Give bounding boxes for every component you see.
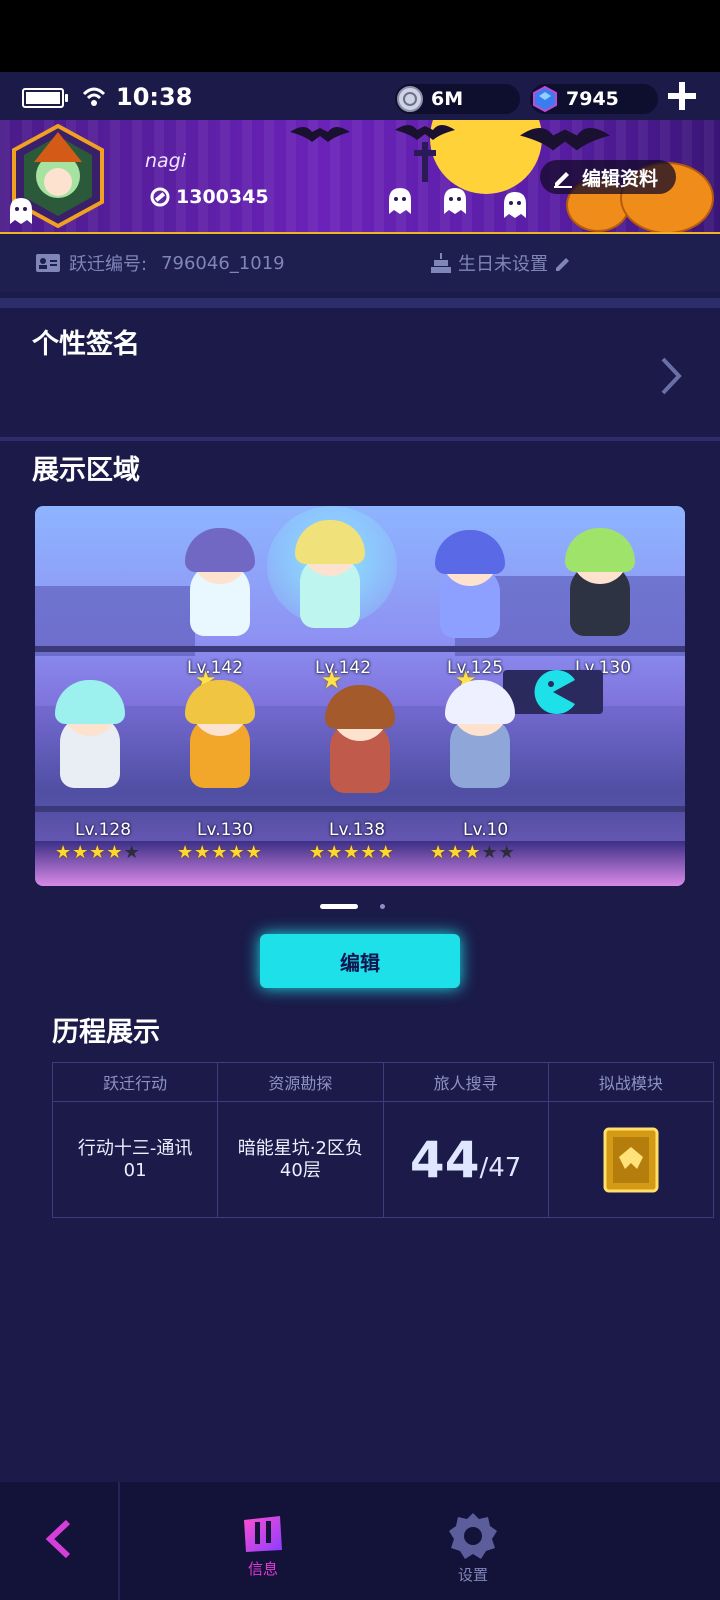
character-portrait[interactable]: [315, 685, 405, 801]
bottom-navigation: [0, 1482, 720, 1600]
star-filled-icon: ★: [228, 842, 246, 863]
star-rating: ★★★★★: [309, 842, 395, 863]
gem-counter[interactable]: 7945: [530, 84, 658, 114]
section-divider: [0, 298, 720, 308]
character-level: Lv.130: [197, 820, 254, 840]
star-filled-icon: ★: [377, 842, 395, 863]
page-indicator: [320, 904, 385, 909]
history-title: 历程展示: [52, 1017, 160, 1048]
character-portrait[interactable]: [555, 528, 645, 644]
star-filled-icon: ★: [447, 842, 465, 863]
nav-tab-info[interactable]: 信息: [240, 1512, 286, 1579]
star-filled-icon: ★: [430, 842, 448, 863]
grave-cross-icon: [414, 142, 436, 182]
coin-icon: [397, 86, 423, 112]
settings-tab-label: 设置: [457, 1566, 488, 1584]
star-filled-icon: ★: [194, 842, 212, 863]
battery-icon: [22, 88, 68, 108]
search-total: /47: [479, 1152, 522, 1183]
chevron-right-icon[interactable]: [660, 356, 682, 396]
simulation-module[interactable]: [549, 1102, 713, 1217]
star-rating: ★★★★★: [55, 842, 141, 863]
character-level: Lv.138: [329, 820, 386, 840]
star-filled-icon: ★: [326, 842, 344, 863]
star-filled-icon: ★: [89, 842, 107, 863]
username: nagi: [145, 150, 187, 172]
gold-emblem-icon: [603, 1127, 659, 1192]
section-divider: [0, 437, 720, 441]
coin-counter[interactable]: 6M: [395, 84, 520, 114]
character-portrait[interactable]: [285, 520, 375, 636]
top-bezel: [0, 0, 720, 72]
bat-icon: [290, 127, 350, 142]
ghost-icon: [389, 188, 411, 214]
star-filled-icon: ★: [343, 842, 361, 863]
cake-icon: [431, 253, 451, 273]
nav-tab-settings[interactable]: 设置: [448, 1512, 498, 1585]
star-filled-icon: ★: [245, 842, 263, 863]
edit-showcase-button[interactable]: 编辑: [260, 934, 460, 988]
character-portrait[interactable]: [175, 680, 265, 796]
uid-row: 1300345: [150, 186, 269, 208]
ghost-icon: [10, 198, 32, 224]
showcase-panel[interactable]: Lv.142 Lv.142 Lv.125 Lv.130 ★ ★ ★ Lv.128…: [35, 506, 685, 886]
character-level: Lv.128: [75, 820, 132, 840]
coin-amount: 6M: [431, 88, 464, 110]
character-portrait[interactable]: [45, 680, 135, 796]
birthday-button[interactable]: 生日未设置: [430, 250, 572, 276]
star-filled-icon: ★: [464, 842, 482, 863]
star-filled-icon: ★: [55, 842, 73, 863]
jump-id-label: 跃迁编号:: [69, 254, 148, 275]
star-empty-icon: ★: [123, 842, 141, 863]
signature-row[interactable]: [0, 310, 720, 436]
star-empty-icon: ★: [498, 842, 516, 863]
back-button[interactable]: [44, 1518, 74, 1560]
star-filled-icon: ★: [211, 842, 229, 863]
column-header: 拟战模块: [598, 1074, 663, 1093]
birthday-label: 生日未设置: [458, 254, 548, 275]
character-portrait[interactable]: [175, 528, 265, 644]
uid-icon: [150, 187, 170, 207]
ghost-icon: [444, 188, 466, 214]
traveler-search-progress[interactable]: 44 /47: [384, 1102, 549, 1217]
bat-icon: [395, 125, 455, 140]
id-card-icon: [36, 254, 60, 272]
info-tab-icon: [244, 1516, 282, 1552]
star-rating: ★★★★★: [430, 842, 516, 863]
add-currency-button[interactable]: [664, 78, 700, 114]
jump-id-value: 796046_1019: [161, 252, 285, 274]
character-level: Lv.10: [463, 820, 509, 840]
gear-icon: [449, 1513, 497, 1559]
gem-icon: [533, 86, 557, 112]
pencil-icon: [554, 172, 572, 188]
history-table: 跃迁行动 资源勘探 旅人搜寻 拟战模块 行动十三-通讯01 暗能星坑·2区负40…: [52, 1062, 714, 1218]
star-filled-icon: ★: [360, 842, 378, 863]
star-filled-icon: ★: [177, 842, 195, 863]
star-empty-icon: ★: [481, 842, 499, 863]
exploration-progress[interactable]: 暗能星坑·2区负40层: [218, 1102, 384, 1217]
gem-amount: 7945: [566, 88, 619, 110]
id-row: 跃迁编号: 796046_1019 生日未设置: [0, 234, 720, 292]
column-header: 旅人搜寻: [384, 1063, 549, 1101]
bat-icon: [520, 128, 610, 151]
column-header: 资源勘探: [218, 1063, 384, 1101]
star-filled-icon: ★: [309, 842, 327, 863]
star-filled-icon: ★: [106, 842, 124, 863]
info-tab-label: 信息: [247, 1560, 278, 1578]
edit-profile-button[interactable]: 编辑资料: [540, 160, 677, 194]
search-count: 44: [409, 1130, 480, 1189]
character-portrait[interactable]: [435, 680, 525, 796]
showcase-title: 展示区域: [32, 455, 140, 486]
clock: 10:38: [116, 83, 193, 111]
ghost-icon: [504, 192, 526, 218]
pencil-icon: [556, 258, 569, 271]
star-filled-icon: ★: [72, 842, 90, 863]
column-header: 跃迁行动: [53, 1063, 219, 1101]
star-rating: ★★★★★: [177, 842, 263, 863]
wifi-icon: [82, 87, 106, 106]
uid-value: 1300345: [176, 186, 269, 208]
character-portrait[interactable]: [425, 530, 515, 646]
edit-profile-label: 编辑资料: [582, 167, 659, 190]
action-progress[interactable]: 行动十三-通讯01: [53, 1102, 219, 1217]
